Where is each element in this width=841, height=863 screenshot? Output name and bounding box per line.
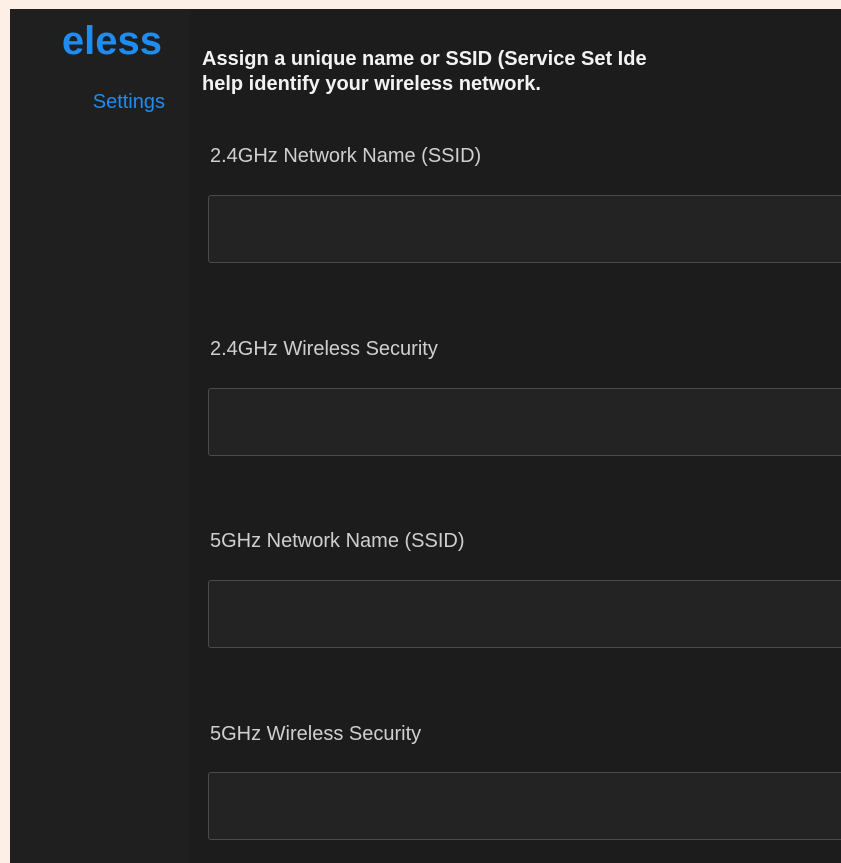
intro-line-1: Assign a unique name or SSID (Service Se…: [202, 48, 647, 70]
ssid-5ghz-input[interactable]: [208, 580, 841, 648]
ssid-24ghz-label: 2.4GHz Network Name (SSID): [210, 145, 482, 167]
security-24ghz-input[interactable]: [208, 388, 841, 456]
security-5ghz-input[interactable]: [208, 772, 841, 840]
section-subtitle: Settings: [92, 91, 165, 113]
security-5ghz-label: 5GHz Wireless Security: [210, 723, 422, 745]
ssid-5ghz-label: 5GHz Network Name (SSID): [210, 530, 465, 552]
ssid-24ghz-input[interactable]: [208, 195, 841, 263]
security-24ghz-label: 2.4GHz Wireless Security: [210, 338, 438, 360]
wireless-settings-panel: eless Settings Assign a unique name or S…: [10, 9, 841, 863]
intro-line-2: help identify your wireless network.: [202, 73, 541, 95]
intro-text: Assign a unique name or SSID (Service Se…: [202, 47, 841, 97]
section-title: eless: [61, 19, 162, 63]
section-nav: eless Settings: [10, 9, 190, 863]
